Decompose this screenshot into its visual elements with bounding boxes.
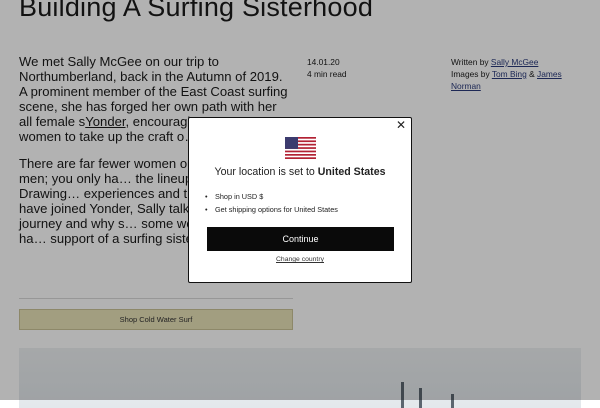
list-item: Shop in USD $ [205, 190, 338, 203]
location-message: Your location is set to United States [189, 166, 411, 178]
country-name: United States [317, 166, 386, 178]
us-flag-icon [285, 137, 316, 159]
location-prefix: Your location is set to [214, 166, 315, 178]
location-benefits-list: Shop in USD $ Get shipping options for U… [205, 190, 338, 216]
continue-button[interactable]: Continue [207, 227, 394, 251]
change-country-link[interactable]: Change country [189, 256, 411, 263]
list-item: Get shipping options for United States [205, 203, 338, 216]
close-icon[interactable]: ✕ [395, 119, 407, 131]
location-modal: ✕ Your location is set to United States … [188, 117, 412, 283]
